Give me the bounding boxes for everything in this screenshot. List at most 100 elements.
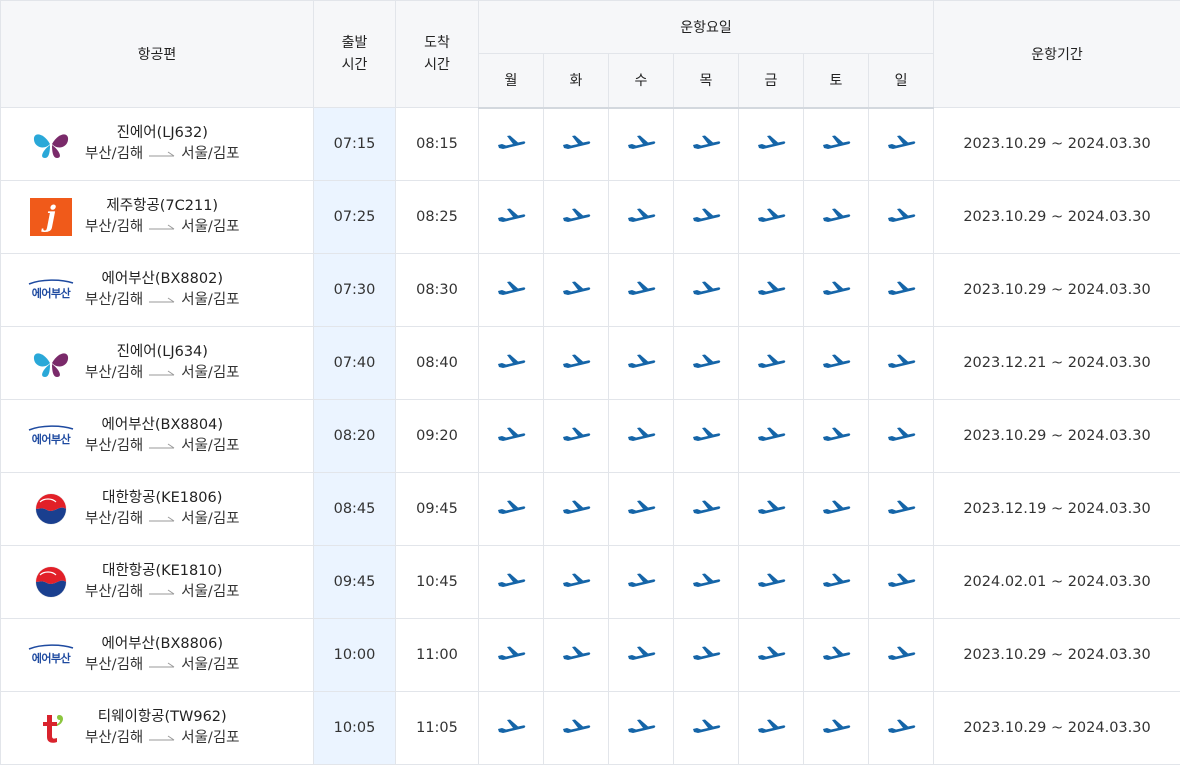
airplane-icon — [626, 497, 656, 517]
schedule-body: 진에어(LJ632) 부산/김해 서울/김포 07:15 08:15 2023.10.29… — [0, 107, 1180, 765]
day-cell — [478, 180, 544, 254]
departure-time: 10:05 — [313, 691, 396, 765]
flight-cell: 에어부산 에어부산(BX8804) 부산/김해 서울/김포 — [0, 399, 314, 473]
route: 부산/김해 서울/김포 — [85, 217, 240, 238]
route-origin: 부산/김해 — [85, 146, 144, 162]
airplane-icon — [496, 278, 526, 298]
operating-period: 2024.02.01 ~ 2024.03.30 — [933, 545, 1180, 619]
route-origin: 부산/김해 — [85, 584, 144, 600]
day-cell — [803, 326, 869, 400]
day-cell — [867, 545, 935, 619]
day-cell — [867, 618, 935, 692]
table-row: 진에어(LJ632) 부산/김해 서울/김포 07:15 08:15 2023.10.29… — [0, 107, 1180, 181]
airplane-icon — [886, 570, 916, 590]
airplane-icon — [756, 716, 786, 736]
airplane-icon — [756, 132, 786, 152]
route: 부산/김해 서울/김포 — [85, 144, 240, 165]
airline-logo: j — [25, 197, 77, 237]
airline-logo: 에어부산 — [25, 270, 77, 310]
koreanair-logo — [34, 492, 68, 526]
airplane-icon — [886, 424, 916, 444]
route-arrow-icon — [149, 363, 175, 384]
header-flight: 항공편 — [0, 0, 314, 108]
jejuair-logo: j — [30, 198, 72, 236]
airplane-icon — [821, 205, 851, 225]
airplane-icon — [886, 278, 916, 298]
koreanair-logo — [34, 565, 68, 599]
airline-logo: 에어부산 — [25, 635, 77, 675]
airplane-icon — [821, 497, 851, 517]
airplane-icon — [561, 570, 591, 590]
airplane-icon — [756, 424, 786, 444]
airplane-icon — [561, 424, 591, 444]
table-row: 대한항공(KE1810) 부산/김해 서울/김포 09:45 10:45 2024.02.… — [0, 545, 1180, 619]
day-cell — [478, 691, 544, 765]
airbusan-logo-text: 에어부산 — [31, 433, 71, 446]
route: 부산/김해 서울/김포 — [85, 290, 240, 311]
day-cell — [738, 180, 804, 254]
day-cell — [673, 326, 739, 400]
header-operating-period: 운항기간 — [933, 0, 1180, 108]
day-cell — [673, 545, 739, 619]
day-cell — [867, 180, 935, 254]
day-cell — [803, 618, 869, 692]
header-day-thu: 목 — [673, 53, 739, 109]
airplane-icon — [756, 351, 786, 371]
airbusan-logo: 에어부산 — [27, 644, 75, 666]
arrival-time: 08:25 — [395, 180, 479, 254]
route-destination: 서울/김포 — [181, 511, 240, 527]
airline-logo — [25, 343, 77, 383]
departure-time: 09:45 — [313, 545, 396, 619]
day-cell — [673, 472, 739, 546]
route-arrow-icon — [149, 217, 175, 238]
flight-name: 티웨이항공(TW962) — [97, 709, 227, 725]
day-cell — [738, 107, 804, 181]
day-cell — [673, 180, 739, 254]
airplane-icon — [561, 205, 591, 225]
operating-period: 2023.10.29 ~ 2024.03.30 — [933, 180, 1180, 254]
day-cell — [867, 399, 935, 473]
day-cell — [543, 326, 609, 400]
operating-period: 2023.10.29 ~ 2024.03.30 — [933, 107, 1180, 181]
airplane-icon — [626, 716, 656, 736]
tway-logo — [36, 711, 66, 745]
day-cell — [543, 399, 609, 473]
day-cell — [673, 399, 739, 473]
airbusan-logo-text: 에어부산 — [31, 287, 71, 300]
route-arrow-icon — [149, 728, 175, 749]
airline-logo — [25, 124, 77, 164]
day-cell — [803, 253, 869, 327]
route-origin: 부산/김해 — [85, 511, 144, 527]
flight-cell: 에어부산 에어부산(BX8806) 부산/김해 서울/김포 — [0, 618, 314, 692]
day-cell — [608, 326, 674, 400]
day-cell — [738, 618, 804, 692]
route: 부산/김해 서울/김포 — [85, 509, 240, 530]
arrival-time: 10:45 — [395, 545, 479, 619]
airplane-icon — [561, 278, 591, 298]
day-cell — [608, 107, 674, 181]
day-cell — [608, 253, 674, 327]
flight-cell: 대한항공(KE1810) 부산/김해 서울/김포 — [0, 545, 314, 619]
airplane-icon — [691, 716, 721, 736]
route: 부산/김해 서울/김포 — [85, 728, 240, 749]
header-day-sun: 일 — [867, 53, 935, 109]
operating-period: 2023.12.19 ~ 2024.03.30 — [933, 472, 1180, 546]
day-cell — [543, 545, 609, 619]
airplane-icon — [626, 570, 656, 590]
airline-logo — [25, 562, 77, 602]
route: 부산/김해 서울/김포 — [85, 363, 240, 384]
airplane-icon — [886, 716, 916, 736]
header-day-wed: 수 — [608, 53, 674, 109]
route: 부산/김해 서울/김포 — [85, 655, 240, 676]
header-day-sat: 토 — [803, 53, 869, 109]
airplane-icon — [626, 132, 656, 152]
airplane-icon — [691, 424, 721, 444]
day-cell — [543, 253, 609, 327]
departure-time: 07:40 — [313, 326, 396, 400]
route-origin: 부산/김해 — [85, 292, 144, 308]
airplane-icon — [496, 424, 526, 444]
flight-cell: 진에어(LJ632) 부산/김해 서울/김포 — [0, 107, 314, 181]
day-cell — [867, 107, 935, 181]
airplane-icon — [756, 205, 786, 225]
day-cell — [738, 472, 804, 546]
